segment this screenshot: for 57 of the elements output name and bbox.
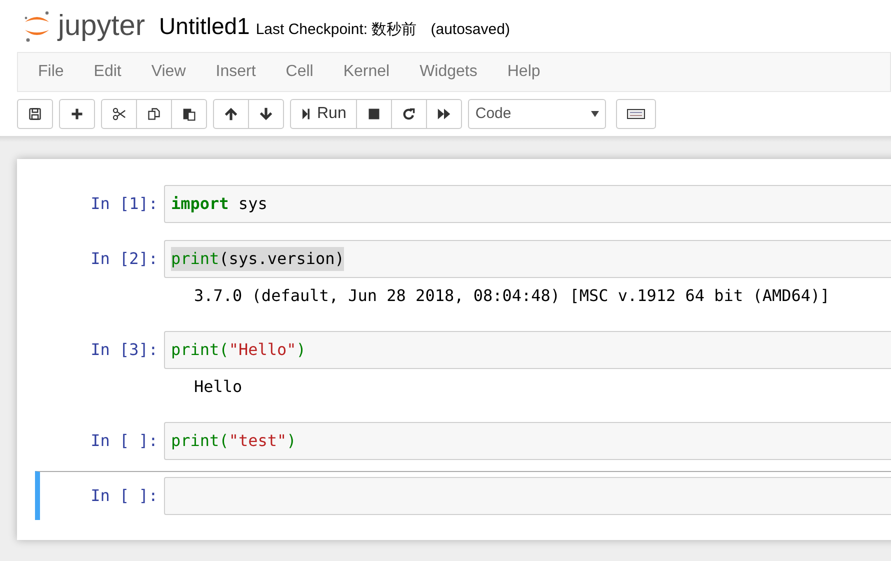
cell-type-select[interactable]: Code (468, 99, 606, 129)
menu-item[interactable]: File (26, 60, 76, 84)
menu-item[interactable]: View (139, 60, 198, 84)
cell-output: 3.7.0 (default, Jun 28 2018, 08:04:48) [MSC v.1912 64 bit (AMD64)] (194, 285, 830, 307)
checkpoint-text: Last Checkpoint: 数秒前 (256, 20, 417, 40)
clipboard-icon (182, 107, 196, 121)
toolbar-button[interactable] (101, 99, 137, 129)
notebook-cell[interactable]: In [3]: print("Hello") Hello (35, 325, 891, 410)
toolbar-button[interactable] (17, 99, 53, 129)
code-input[interactable]: import sys (164, 185, 891, 223)
scissors-icon (112, 107, 126, 121)
toolbar-button[interactable] (59, 99, 95, 129)
arrow-down-icon (259, 107, 273, 121)
autosave-status: (autosaved) (430, 20, 510, 40)
arrow-up-icon (224, 107, 238, 121)
notebook-cell[interactable]: In [ ]: print("test") (35, 416, 891, 465)
toolbar-button[interactable] (426, 99, 462, 129)
menu-item[interactable]: Insert (204, 60, 268, 84)
copy-icon (147, 107, 161, 121)
caret-icon (591, 111, 600, 117)
code-input[interactable]: print("Hello") (164, 331, 891, 369)
toolbar-button[interactable] (213, 99, 249, 129)
notebook-cell[interactable]: In [1]: import sys (35, 179, 891, 228)
notebook-cell[interactable]: In [ ]: (35, 471, 891, 520)
input-prompt: In [ ]: (90, 430, 159, 452)
toolbar-button[interactable] (391, 99, 428, 129)
toolbar-button[interactable] (136, 99, 172, 129)
menu-item[interactable]: Widgets (408, 60, 490, 84)
code-line: print("Hello") (171, 339, 306, 361)
step-forward-icon (301, 107, 311, 121)
plus-icon (70, 107, 84, 121)
menu-item[interactable]: Help (495, 60, 552, 84)
code-line: print("test") (171, 430, 296, 452)
keyboard-button[interactable] (616, 99, 656, 129)
toolbar-button[interactable] (171, 99, 207, 129)
run-button[interactable]: Run (290, 99, 358, 129)
input-prompt: In [ ]: (90, 485, 159, 507)
code-input[interactable]: print(sys.version) (164, 240, 891, 278)
code-line: import sys (171, 193, 268, 215)
menu-item[interactable]: Kernel (331, 60, 402, 84)
toolbar-button[interactable] (248, 99, 284, 129)
cell-output: Hello (194, 376, 242, 398)
input-prompt: In [2]: (90, 248, 159, 270)
menu-item[interactable]: Edit (82, 60, 134, 84)
notebook-cell[interactable]: In [2]: print(sys.version) 3.7.0 (default, Jun 28 2018, 08:04:48) [MSC v.1912 64 bit (AMD64)] (35, 234, 891, 319)
code-input[interactable] (164, 477, 891, 515)
keyboard-icon (627, 109, 646, 119)
logo-text: jupyter (58, 12, 146, 40)
menu-item[interactable]: Cell (274, 60, 326, 84)
stop-icon (367, 107, 382, 121)
input-prompt: In [3]: (90, 339, 159, 361)
redo-icon (402, 107, 416, 121)
input-prompt: In [1]: (90, 193, 159, 215)
fast-forward-icon (437, 107, 452, 121)
notebook-name[interactable]: Untitled1 (159, 8, 250, 44)
toolbar-button[interactable] (356, 99, 392, 129)
code-input[interactable]: print("test") (164, 422, 891, 460)
